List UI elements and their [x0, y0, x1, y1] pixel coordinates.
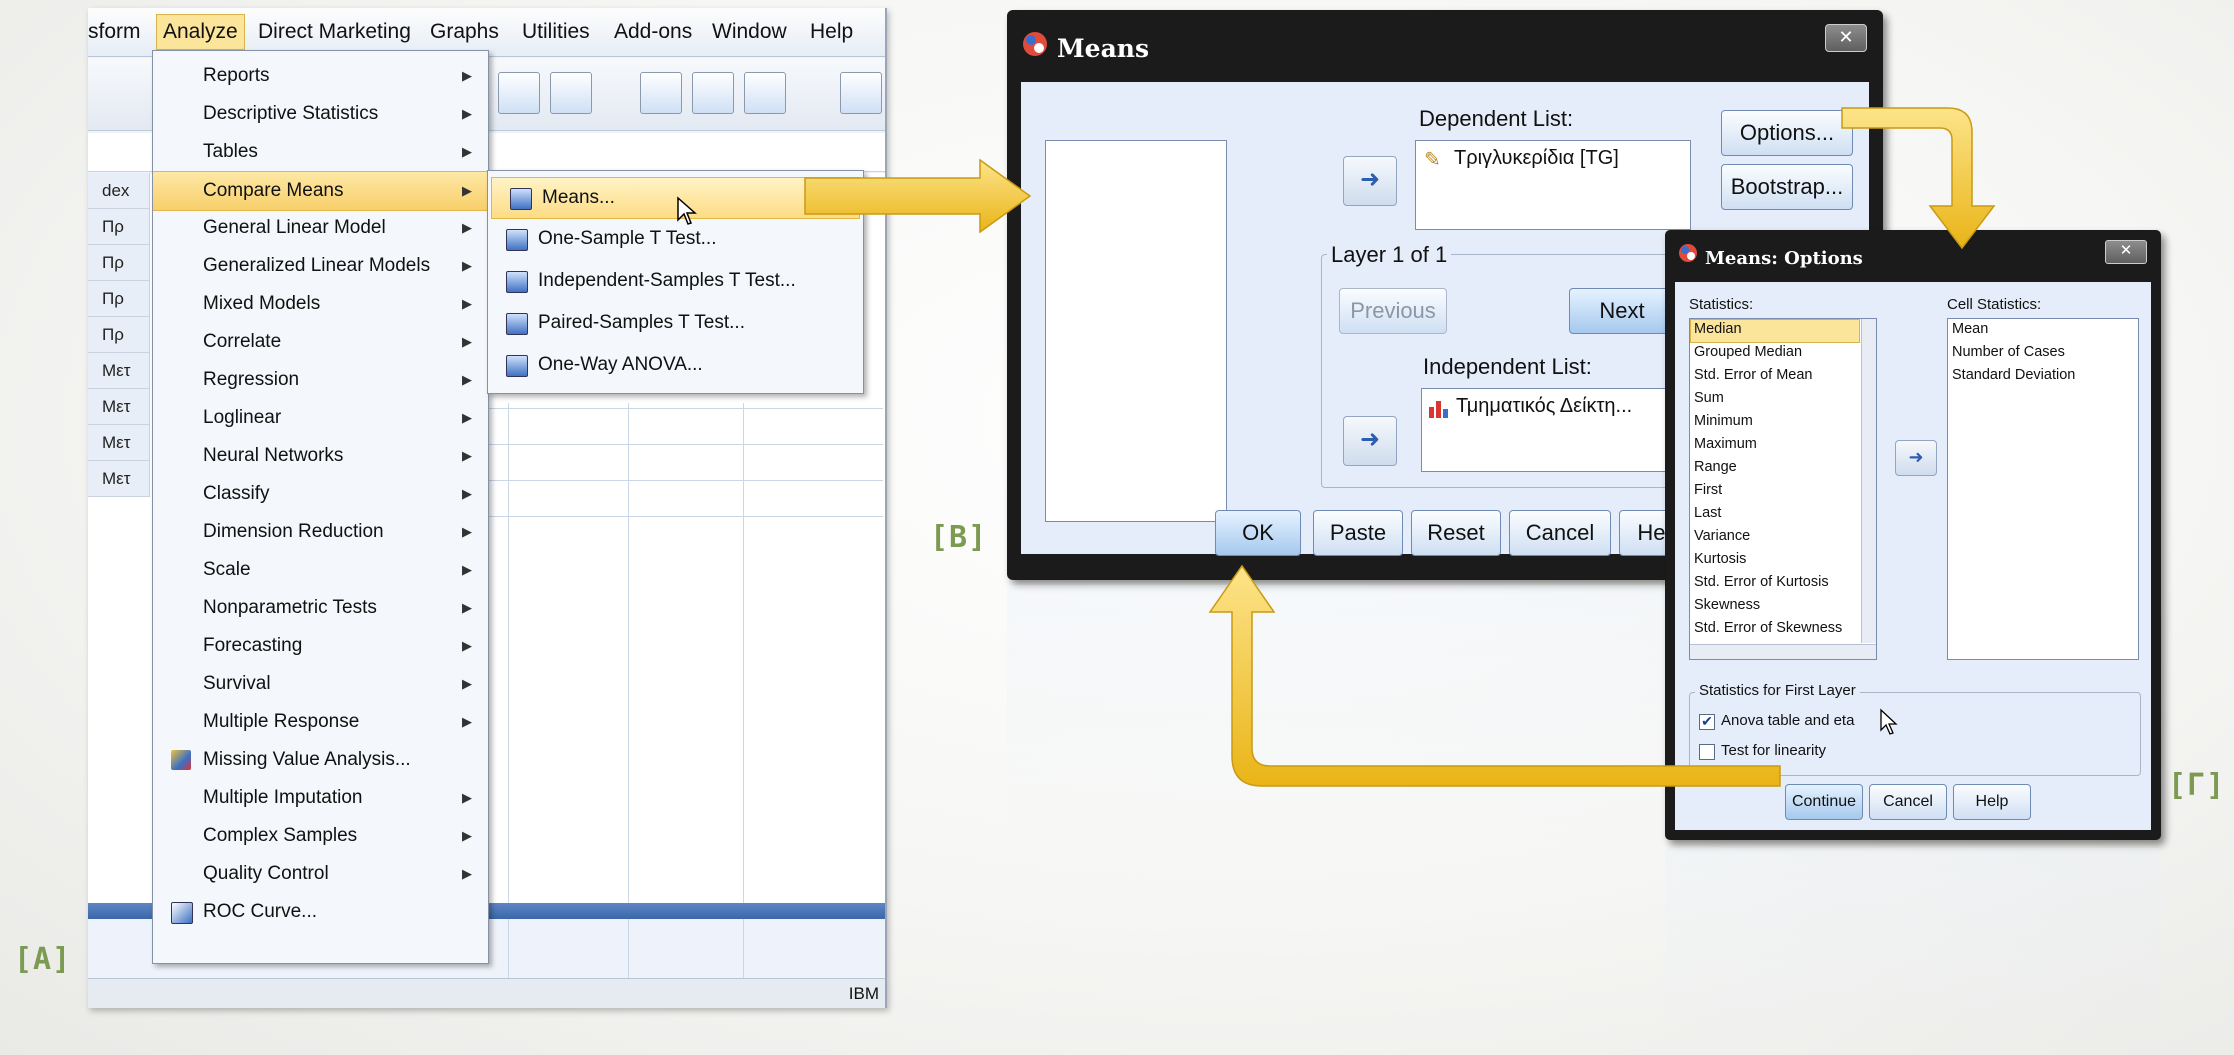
arrow-to-options-dialog	[1841, 107, 1996, 250]
arrow-to-means-dialog	[804, 158, 1032, 234]
arrow-back-to-ok	[1208, 564, 1781, 787]
panel-tag-g: [Γ]	[2168, 768, 2226, 803]
flow-arrows	[804, 107, 1996, 787]
panel-tag-a: [A]	[14, 942, 72, 977]
panel-tag-b: [B]	[930, 520, 988, 555]
